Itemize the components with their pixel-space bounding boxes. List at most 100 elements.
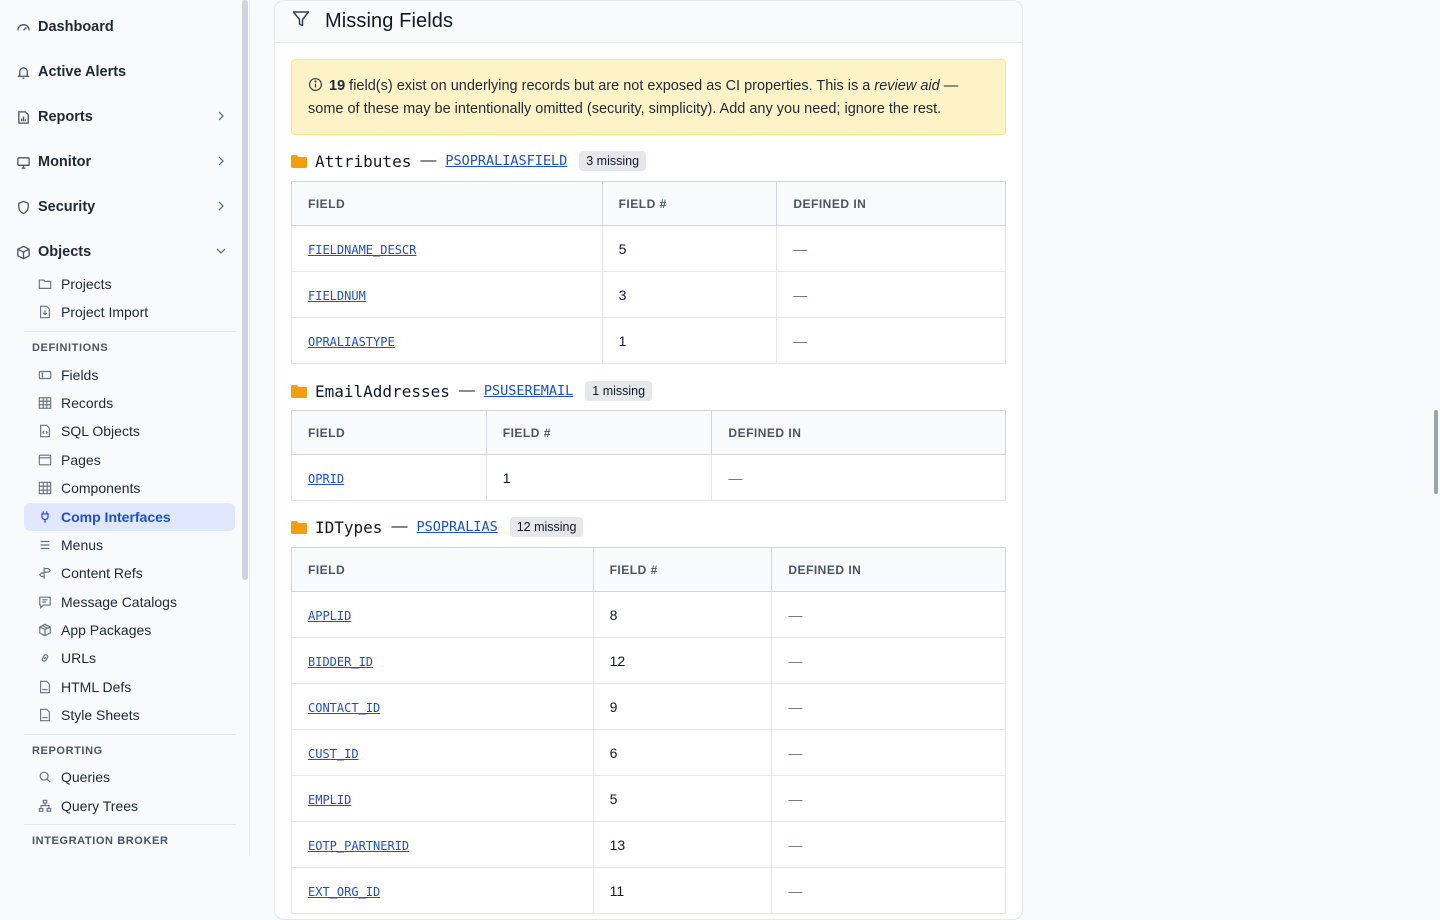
field-number: 8 [592,591,773,638]
sidebar-item-html-defs[interactable]: HTML Defs [24,673,235,701]
nav-security-label: Security [38,199,96,215]
folder-icon [291,520,307,534]
table-row: APPLID 8— [291,591,1006,638]
page-scrollbar[interactable] [1434,410,1438,494]
field-number: 13 [592,821,773,868]
field-number: 1 [601,317,778,364]
report-icon [16,110,38,125]
attributes-table: FIELD FIELD # DEFINED IN FIELDNAME_DESCR… [291,181,1006,364]
group-separator: — [458,382,475,399]
sidebar-item-label: Queries [61,769,111,785]
field-link[interactable]: APPLID [308,609,351,623]
sidebar-item-urls[interactable]: URLs [24,644,235,672]
field-link[interactable]: FIELDNAME_DESCR [308,243,416,257]
table-icon [38,396,61,410]
nav-monitor[interactable]: Monitor [16,147,231,177]
sidebar-item-pages[interactable]: Pages [24,446,235,474]
table-row: EXT_ORG_ID 11— [291,867,1006,914]
cube-icon [16,245,38,260]
grid-icon [38,481,61,495]
folder-icon [291,384,307,398]
section-label-reporting: REPORTING [32,745,103,757]
group-header-idtypes: IDTypes — PSOPRALIAS 12 missing [291,515,584,539]
sidebar-item-content-refs[interactable]: Content Refs [24,559,235,587]
chevron-right-icon [215,200,227,216]
field-link[interactable]: CUST_ID [308,747,359,761]
notice-emphasis: review aid [874,78,940,94]
sidebar-item-comp-interfaces[interactable]: Comp Interfaces [24,503,235,531]
record-link[interactable]: PSOPRALIASFIELD [445,153,567,169]
field-number: 3 [601,271,778,318]
column-header-defined-in[interactable]: DEFINED IN [771,547,1006,592]
column-header-defined-in[interactable]: DEFINED IN [776,181,1006,226]
column-header-field[interactable]: FIELD [291,547,594,592]
missing-badge: 3 missing [579,151,647,171]
table-row: OPRID 1— [291,454,1006,501]
sidebar-item-sql-objects[interactable]: SQL Objects [24,417,235,445]
gauge-icon [16,20,38,35]
column-header-defined-in[interactable]: DEFINED IN [711,410,1006,455]
sidebar-item-label: Records [61,395,114,411]
shield-icon [16,200,38,215]
chevron-right-icon [215,110,227,126]
field-link[interactable]: EXT_ORG_ID [308,885,380,899]
nav-security[interactable]: Security [16,192,231,222]
nav-objects-label: Objects [38,244,92,260]
nav-objects[interactable]: Objects [16,237,231,267]
record-link[interactable]: PSUSEREMAIL [484,383,573,399]
table-row: EMPLID 5— [291,775,1006,822]
sidebar-divider [24,824,236,825]
sidebar-item-projects[interactable]: Projects [24,270,235,298]
missing-badge: 12 missing [509,517,584,537]
table-row: FIELDNUM 3— [291,271,1006,318]
group-separator: — [391,518,408,535]
sidebar-item-app-packages[interactable]: App Packages [24,616,235,644]
sidebar-item-style-sheets[interactable]: Style Sheets [24,701,235,729]
section-label-definitions: DEFINITIONS [32,342,109,354]
sidebar-item-records[interactable]: Records [24,389,235,417]
sidebar-item-components[interactable]: Components [24,474,235,502]
sidebar-item-project-import[interactable]: Project Import [24,298,235,326]
sidebar-item-message-catalogs[interactable]: Message Catalogs [24,588,235,616]
table-row: FIELDNAME_DESCR 5— [291,225,1006,272]
field-link[interactable]: EOTP_PARTNERID [308,839,409,853]
column-header-field-num[interactable]: FIELD # [485,410,713,455]
nav-dashboard[interactable]: Dashboard [16,12,231,42]
sidebar-scrollbar[interactable] [242,0,248,580]
sidebar-item-queries[interactable]: Queries [24,763,235,791]
field-link[interactable]: OPRID [308,472,344,486]
column-header-field[interactable]: FIELD [291,410,487,455]
sidebar-item-fields[interactable]: Fields [24,361,235,389]
group-separator: — [420,152,437,169]
defined-in: — [771,821,1006,868]
message-icon [38,595,61,609]
column-header-field[interactable]: FIELD [291,181,603,226]
table-row: EOTP_PARTNERID 13— [291,821,1006,868]
monitor-icon [16,155,38,170]
window-icon [38,453,61,467]
nav-active-alerts[interactable]: Active Alerts [16,57,231,87]
panel-header: Missing Fields [275,1,1022,43]
table-row: OPRALIASTYPE 1— [291,317,1006,364]
sidebar-item-query-trees[interactable]: Query Trees [24,792,235,820]
missing-fields-panel: Missing Fields 19 field(s) exist on unde… [274,0,1023,920]
field-link[interactable]: BIDDER_ID [308,655,373,669]
nav-reports-label: Reports [38,109,93,125]
sidebar-item-menus[interactable]: Menus [24,531,235,559]
sidebar-item-label: Message Catalogs [61,594,177,610]
field-link[interactable]: CONTACT_ID [308,701,380,715]
nav-reports[interactable]: Reports [16,102,231,132]
panel-title: Missing Fields [325,10,454,32]
field-number: 1 [485,454,713,501]
field-number: 9 [592,683,773,730]
group-header-emailaddresses: EmailAddresses — PSUSEREMAIL 1 missing [291,379,653,403]
sidebar-item-label: Comp Interfaces [61,509,171,525]
field-link[interactable]: EMPLID [308,793,351,807]
plug-icon [38,510,61,524]
search-icon [38,770,61,784]
field-link[interactable]: OPRALIASTYPE [308,335,395,349]
column-header-field-num[interactable]: FIELD # [592,547,773,592]
field-link[interactable]: FIELDNUM [308,289,366,303]
record-link[interactable]: PSOPRALIAS [416,519,497,535]
column-header-field-num[interactable]: FIELD # [601,181,778,226]
